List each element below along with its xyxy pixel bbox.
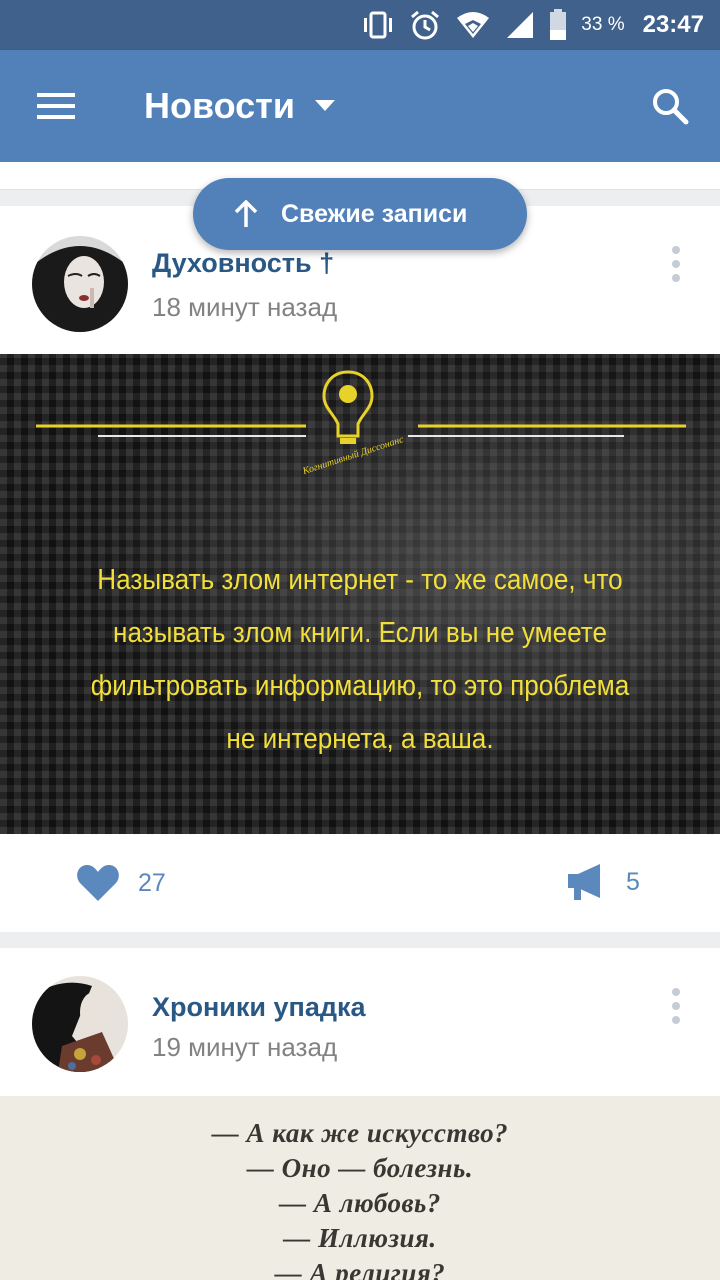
quote-line: называть злом книги. Если вы не умеете: [113, 617, 607, 649]
feed-selector[interactable]: Новости: [144, 85, 335, 127]
quote-line: фильтровать информацию, то это проблема: [90, 670, 630, 702]
menu-icon: [37, 93, 75, 119]
alarm-icon: [409, 9, 441, 41]
post-header: Хроники упадка 19 минут назад: [0, 948, 720, 1096]
post-author[interactable]: Духовность †: [152, 248, 334, 279]
menu-button[interactable]: [0, 50, 112, 162]
post-time: 18 минут назад: [152, 292, 338, 322]
like-button[interactable]: 27: [76, 864, 166, 902]
like-count: 27: [138, 868, 166, 897]
post-image[interactable]: Когнитивный Диссонанс Называть злом инте…: [0, 354, 720, 834]
share-count: 5: [626, 867, 640, 896]
battery-percent: 33 %: [581, 14, 625, 35]
post-author[interactable]: Хроники упадка: [152, 992, 366, 1023]
page-title: Новости: [144, 85, 295, 126]
search-button[interactable]: [620, 50, 720, 162]
image-quote: Называть злом интернет - то же самое, чт…: [54, 554, 666, 766]
quote-line: не интернета, а ваша.: [226, 723, 494, 755]
dropdown-arrow-icon: [314, 100, 335, 111]
avatar[interactable]: [32, 976, 128, 1072]
quote-line: Называть злом интернет - то же самое, чт…: [97, 564, 623, 596]
more-dot: [672, 246, 680, 254]
arrow-up-icon: [234, 200, 258, 227]
post-image[interactable]: — А как же искусство? — Оно — болезнь. —…: [0, 1096, 720, 1280]
more-dot: [672, 988, 680, 996]
avatar[interactable]: [32, 236, 128, 332]
battery-icon: [549, 9, 567, 41]
image-line: — А как же искусство?: [211, 1118, 509, 1148]
image-line: — А любовь?: [279, 1188, 441, 1218]
wifi-icon: [455, 10, 491, 40]
post-card: Хроники упадка 19 минут назад — А как же…: [0, 948, 720, 1280]
image-line: — Оно — болезнь.: [246, 1153, 474, 1183]
signal-icon: [505, 10, 535, 40]
share-button[interactable]: 5: [566, 864, 640, 900]
more-options-button[interactable]: [662, 246, 690, 282]
post-actions: 27 5: [0, 834, 720, 932]
status-bar: 33 % 23:47: [0, 0, 720, 50]
more-dot: [672, 1002, 680, 1010]
image-text: — А как же искусство? — Оно — болезнь. —…: [0, 1116, 720, 1280]
more-dot: [672, 1016, 680, 1024]
post-card: Духовность † 18 минут назад Когнитивный …: [0, 206, 720, 932]
megaphone-icon: [568, 864, 600, 900]
clock: 23:47: [642, 11, 704, 38]
more-dot: [672, 260, 680, 268]
search-icon: [653, 89, 689, 125]
fresh-posts-label: Свежие записи: [281, 199, 468, 228]
fresh-posts-button[interactable]: Свежие записи: [193, 178, 527, 250]
app-bar: Новости: [0, 50, 720, 162]
more-options-button[interactable]: [662, 988, 690, 1024]
post-time: 19 минут назад: [152, 1032, 338, 1062]
vibrate-icon: [361, 10, 395, 40]
heart-icon: [77, 865, 119, 901]
more-dot: [672, 274, 680, 282]
image-line: — Иллюзия.: [283, 1223, 437, 1253]
image-line: — А религия?: [274, 1258, 446, 1280]
